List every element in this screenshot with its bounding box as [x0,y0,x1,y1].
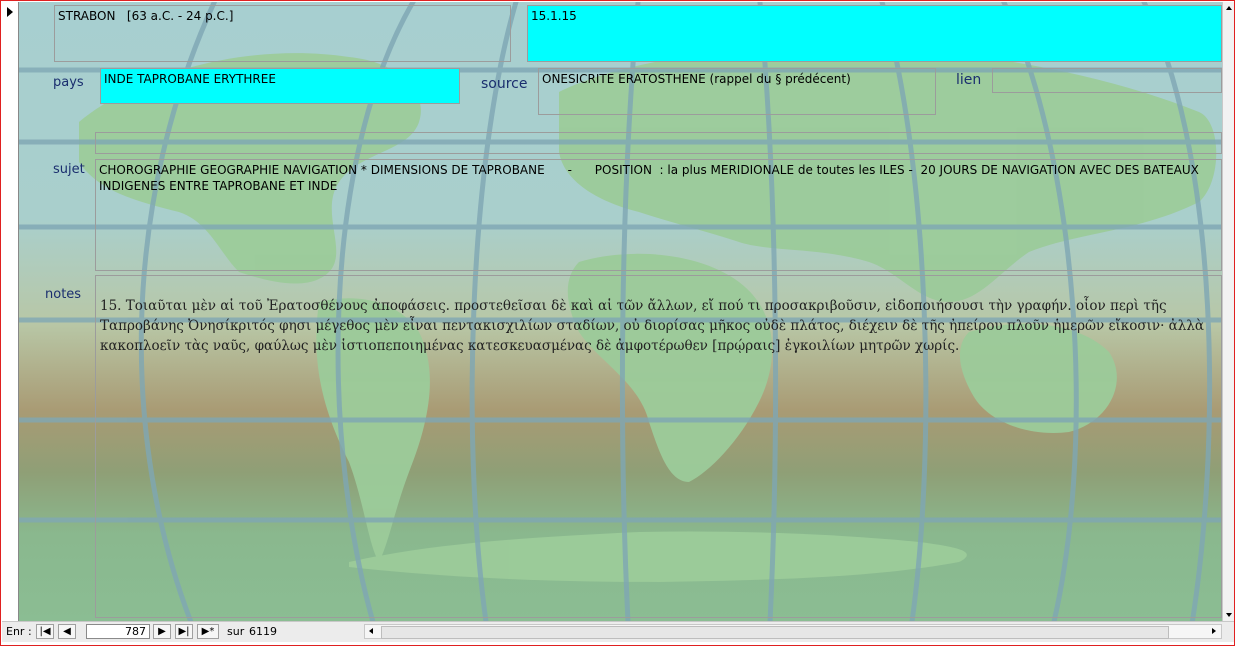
new-record-icon: ▶* [201,626,215,637]
previous-record-icon: ◀ [63,626,71,637]
sujet-label: sujet [53,162,85,177]
form-background: STRABON [63 a.C. - 24 p.C.] 15.1.15 pays… [19,2,1222,621]
first-record-icon: |◀ [39,626,51,637]
scroll-up-arrow-icon [1226,6,1232,10]
scroll-down-arrow-icon [1226,613,1232,617]
last-record-icon: ▶| [178,626,190,637]
pays-label: pays [53,75,84,90]
horizontal-scrollbar[interactable] [364,624,1222,639]
last-record-button[interactable]: ▶| [175,624,193,639]
of-label: sur [227,625,245,638]
first-record-button[interactable]: |◀ [36,624,54,639]
scroll-right-arrow-icon [1212,628,1216,634]
vertical-scrollbar[interactable] [1222,2,1234,621]
previous-record-button[interactable]: ◀ [58,624,76,639]
sujet-field[interactable]: CHOROGRAPHIE GEOGRAPHIE NAVIGATION * DIM… [95,159,1222,271]
scroll-up-button[interactable] [1223,2,1234,15]
total-records: 6119 [249,625,277,638]
notes-field[interactable]: 15. Τοιαῦται μὲν αἱ τοῦ Ἐρατοσθένους ἀπο… [95,275,1222,618]
scroll-down-button[interactable] [1223,608,1234,621]
next-record-icon: ▶ [158,626,166,637]
current-record-input[interactable]: 787 [86,624,150,639]
current-record-arrow-icon [7,7,13,17]
record-label: Enr : [6,625,32,638]
pays-field[interactable]: INDE TAPROBANE ERYTHREE [100,68,460,104]
source-field[interactable]: ONESICRITE ERATOSTHENE (rappel du § préd… [538,68,936,115]
record-navigation-bar: Enr : |◀ ◀ 787 ▶ ▶| ▶* sur 6119 [2,621,1234,642]
scroll-left-button[interactable] [365,625,379,638]
scroll-right-button[interactable] [1207,625,1221,638]
lien-label: lien [956,72,982,88]
lien-field[interactable] [992,68,1222,93]
scroll-left-arrow-icon [369,628,373,634]
blank-field[interactable] [95,132,1222,154]
new-record-button[interactable]: ▶* [197,624,219,639]
access-form-window: STRABON [63 a.C. - 24 p.C.] 15.1.15 pays… [0,0,1235,646]
next-record-button[interactable]: ▶ [153,624,171,639]
author-field[interactable]: STRABON [63 a.C. - 24 p.C.] [54,5,511,62]
record-selector[interactable] [2,2,19,621]
source-label: source [481,76,528,92]
notes-label: notes [45,287,82,302]
reference-field[interactable]: 15.1.15 [527,5,1222,62]
horizontal-scroll-thumb[interactable] [381,626,1169,639]
